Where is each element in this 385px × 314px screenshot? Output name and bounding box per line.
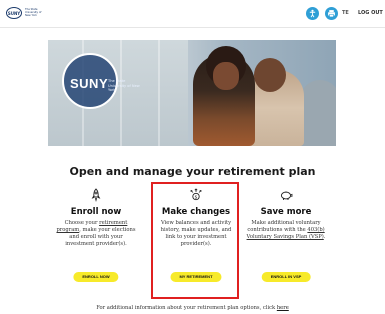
suny-logo[interactable]: SUNY <box>6 7 22 19</box>
here-link[interactable]: here <box>277 305 289 311</box>
logo-text: SUNY <box>7 10 21 16</box>
suny-brand-word: SUNY <box>70 76 109 91</box>
piggy-bank-icon <box>280 191 293 200</box>
user-initials[interactable]: TE <box>342 10 349 16</box>
card-title: Save more <box>260 207 312 217</box>
enroll-now-button[interactable]: ENROLL NOW <box>73 272 119 282</box>
enroll-in-vsp-button[interactable]: ENROLL IN VSP <box>261 272 311 282</box>
logo-subtitle: The State University of New York <box>25 8 42 17</box>
printer-icon[interactable] <box>325 7 338 20</box>
footer-info: For additional information about your re… <box>96 305 289 311</box>
card-save-more: Save more Make additional voluntary cont… <box>245 188 327 294</box>
highlight-box <box>151 182 239 299</box>
card-description: Choose your retirement program, make you… <box>56 220 136 247</box>
rocket-icon <box>91 188 101 202</box>
page-title: Open and manage your retirement plan <box>69 165 316 178</box>
accessibility-icon[interactable] <box>306 7 319 20</box>
card-enroll-now: Enroll now Choose your retirement progra… <box>55 188 137 294</box>
logout-link[interactable]: LOG OUT <box>358 10 383 16</box>
suny-brand-subtitle: The State University of New York <box>108 79 140 92</box>
card-title: Enroll now <box>70 207 122 217</box>
top-header: SUNY The State University of New York TE… <box>0 0 385 28</box>
card-description: Make additional voluntary contributions … <box>246 220 326 240</box>
